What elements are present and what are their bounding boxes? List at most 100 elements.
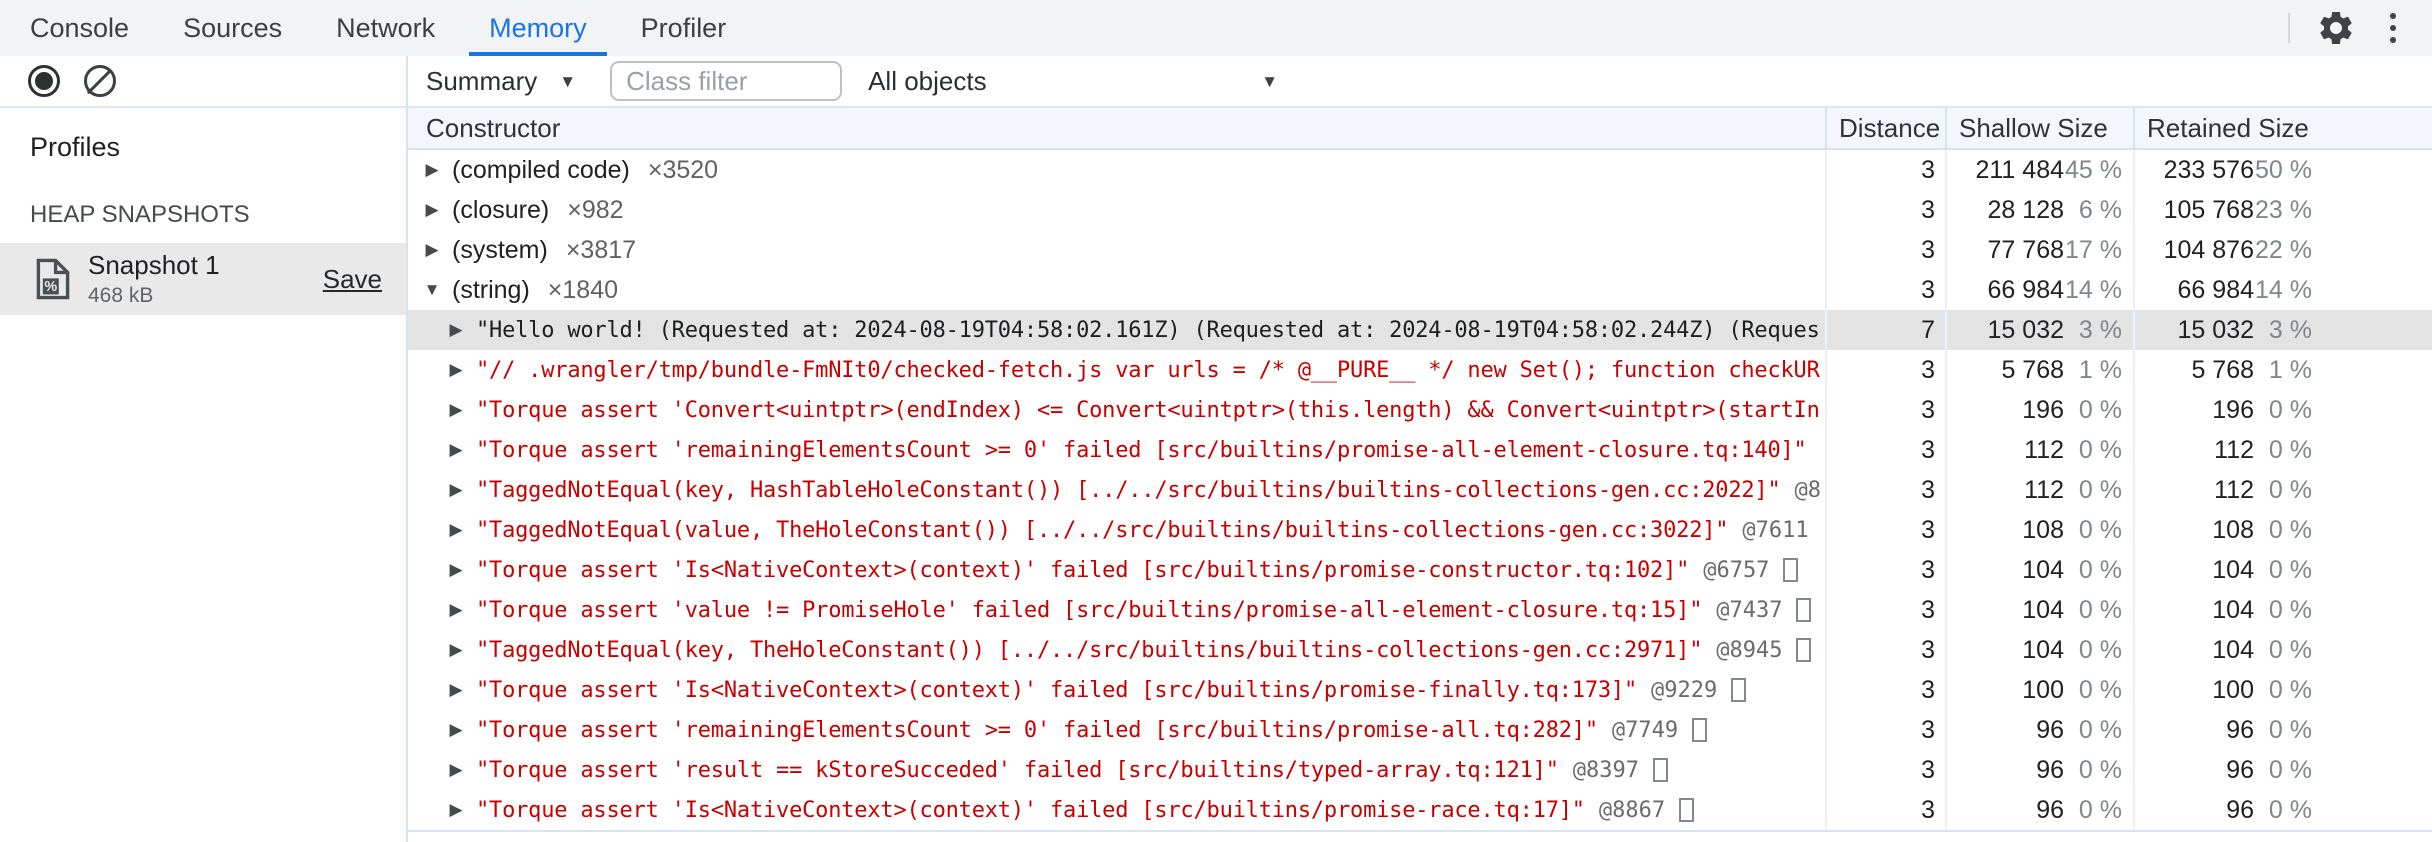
retained-size-cell: 96 0 %	[2133, 710, 2432, 750]
constructor-cell: ▶ "Torque assert 'Is<NativeContext>(conte…	[408, 670, 1825, 710]
size-value: 112	[2214, 475, 2254, 504]
distance-cell: 3	[1825, 470, 1945, 510]
profiles-sidebar: Profiles HEAP SNAPSHOTS % Snapshot 1 468…	[0, 108, 408, 842]
tab-memory[interactable]: Memory	[469, 0, 607, 56]
save-snapshot-link[interactable]: Save	[323, 264, 382, 295]
expand-arrow-icon[interactable]: ▶	[446, 640, 466, 660]
expand-arrow-icon[interactable]: ▶	[446, 520, 466, 540]
tab-sources[interactable]: Sources	[163, 0, 302, 56]
instance-count: ×3817	[565, 235, 637, 264]
column-header-retained-size[interactable]: Retained Size	[2133, 108, 2432, 148]
size-value: 104	[2022, 595, 2064, 624]
tab-profiler[interactable]: Profiler	[621, 0, 747, 56]
sidebar-item-snapshot-1[interactable]: % Snapshot 1 468 kB Save	[0, 243, 406, 315]
column-header-constructor[interactable]: Constructor	[408, 108, 1825, 148]
expand-arrow-icon[interactable]: ▶	[422, 200, 442, 220]
table-row-string-instance[interactable]: ▶ "Torque assert 'Is<NativeContext>(conte…	[408, 550, 2432, 590]
expand-arrow-icon[interactable]: ▶	[446, 560, 466, 580]
size-value: 233 576	[2163, 155, 2254, 184]
distance-cell: 3	[1825, 430, 1945, 470]
retained-size-cell: 5 768 1 %	[2133, 350, 2432, 390]
size-percent: 0 %	[2268, 555, 2312, 584]
shallow-size-cell: 104 0 %	[1945, 630, 2133, 670]
perspective-select[interactable]: Summary	[426, 66, 576, 97]
clear-all-profiles-icon[interactable]	[84, 65, 116, 97]
size-value: 112	[2024, 435, 2064, 464]
size-value: 108	[2212, 515, 2254, 544]
table-row-string-instance[interactable]: ▶ "TaggedNotEqual(key, HashTableHoleConst…	[408, 470, 2432, 510]
retained-size-cell: 104 0 %	[2133, 630, 2432, 670]
table-row-constructor-group[interactable]: ▼ (string) ×1840 3 66 984 14 % 66 984 14 %	[408, 270, 2432, 310]
table-row-string-instance[interactable]: ▶ "Torque assert 'result == kStoreSuccede…	[408, 750, 2432, 790]
expand-arrow-icon[interactable]: ▶	[446, 760, 466, 780]
table-row-string-instance[interactable]: ▶ "TaggedNotEqual(value, TheHoleConstant(…	[408, 510, 2432, 550]
heap-snapshot-file-icon: %	[36, 258, 70, 300]
more-menu-icon[interactable]	[2390, 13, 2396, 43]
memory-toolbar: Summary All objects	[0, 56, 2432, 108]
constructor-cell: ▶ "TaggedNotEqual(key, TheHoleConstant())…	[408, 630, 1825, 670]
collapse-arrow-icon[interactable]: ▼	[422, 280, 442, 300]
expand-arrow-icon[interactable]: ▶	[422, 160, 442, 180]
shallow-size-cell: 5 768 1 %	[1945, 350, 2133, 390]
object-id: @8945	[1716, 637, 1783, 663]
table-row-string-instance[interactable]: ▶ "Torque assert 'Is<NativeContext>(conte…	[408, 790, 2432, 830]
table-row-constructor-group[interactable]: ▶ (compiled code) ×3520 3 211 484 45 % 233 576…	[408, 150, 2432, 190]
table-row-string-instance[interactable]: ▶ "Torque assert 'Is<NativeContext>(conte…	[408, 670, 2432, 710]
constructor-cell: ▶ (system) ×3817	[408, 230, 1825, 270]
constructor-cell: ▶ "TaggedNotEqual(value, TheHoleConstant(…	[408, 510, 1825, 550]
constructor-cell: ▶ (closure) ×982	[408, 190, 1825, 230]
instance-count: ×1840	[547, 275, 619, 304]
size-percent: 0 %	[2268, 595, 2312, 624]
distance-cell: 3	[1825, 750, 1945, 790]
size-value: 96	[2226, 795, 2254, 824]
string-value: "// .wrangler/tmp/bundle-FmNIt0/checked-…	[476, 357, 1820, 383]
size-value: 96	[2036, 715, 2064, 744]
table-row-string-instance[interactable]: ▶ "Torque assert 'Convert<uintptr>(endInd…	[408, 390, 2432, 430]
constructor-cell: ▶ "Torque assert 'Is<NativeContext>(conte…	[408, 790, 1825, 830]
expand-arrow-icon[interactable]: ▶	[446, 320, 466, 340]
column-header-shallow-size[interactable]: Shallow Size	[1945, 108, 2133, 148]
retained-size-cell: 66 984 14 %	[2133, 270, 2432, 310]
object-id: @8	[1794, 477, 1822, 503]
expand-arrow-icon[interactable]: ▶	[446, 720, 466, 740]
distance-cell: 3	[1825, 790, 1945, 830]
expand-arrow-icon[interactable]: ▶	[446, 680, 466, 700]
expand-arrow-icon[interactable]: ▶	[446, 800, 466, 820]
constructor-cell: ▶ "Torque assert 'Convert<uintptr>(endInd…	[408, 390, 1825, 430]
distance-cell: 3	[1825, 630, 1945, 670]
column-header-distance[interactable]: Distance	[1825, 108, 1945, 148]
expand-arrow-icon[interactable]: ▶	[446, 360, 466, 380]
retained-size-cell: 100 0 %	[2133, 670, 2432, 710]
table-row-constructor-group[interactable]: ▶ (closure) ×982 3 28 128 6 % 105 768 23 %	[408, 190, 2432, 230]
table-row-constructor-group[interactable]: ▶ (system) ×3817 3 77 768 17 % 104 876 22 %	[408, 230, 2432, 270]
object-scope-select[interactable]: All objects	[868, 66, 1278, 97]
string-value: "Torque assert 'result == kStoreSucceded…	[476, 757, 1559, 783]
size-value: 28 128	[1987, 195, 2064, 224]
tab-network[interactable]: Network	[316, 0, 455, 56]
snapshot-size: 468 kB	[88, 284, 154, 307]
shallow-size-cell: 15 032 3 %	[1945, 310, 2133, 350]
size-value: 15 032	[1987, 315, 2064, 344]
class-filter-input[interactable]	[610, 61, 843, 101]
tab-console[interactable]: Console	[10, 0, 149, 56]
expand-arrow-icon[interactable]: ▶	[446, 480, 466, 500]
table-row-string-instance[interactable]: ▶ "Torque assert 'remainingElementsCount …	[408, 710, 2432, 750]
shallow-size-cell: 112 0 %	[1945, 470, 2133, 510]
size-percent: 0 %	[2078, 595, 2122, 624]
table-row-string-instance[interactable]: ▶ "Torque assert 'remainingElementsCount …	[408, 430, 2432, 470]
expand-arrow-icon[interactable]: ▶	[446, 440, 466, 460]
expand-arrow-icon[interactable]: ▶	[446, 600, 466, 620]
size-value: 104	[2022, 555, 2064, 584]
expand-arrow-icon[interactable]: ▶	[422, 240, 442, 260]
expand-arrow-icon[interactable]: ▶	[446, 400, 466, 420]
devtools-memory-panel: Console Sources Network Memory Profiler …	[0, 0, 2432, 842]
table-row-string-instance[interactable]: ▶ "TaggedNotEqual(key, TheHoleConstant())…	[408, 630, 2432, 670]
record-icon[interactable]	[28, 65, 60, 97]
table-row-string-instance[interactable]: ▶ "// .wrangler/tmp/bundle-FmNIt0/checked…	[408, 350, 2432, 390]
distance-cell: 3	[1825, 150, 1945, 190]
size-percent: 0 %	[2268, 475, 2312, 504]
table-row-string-instance[interactable]: ▶ "Torque assert 'value != PromiseHole' f…	[408, 590, 2432, 630]
table-row-string-instance[interactable]: ▶ "Hello world! (Requested at: 2024-08-19…	[408, 310, 2432, 350]
size-percent: 14 %	[2255, 275, 2312, 304]
gear-icon[interactable]	[2316, 8, 2356, 48]
